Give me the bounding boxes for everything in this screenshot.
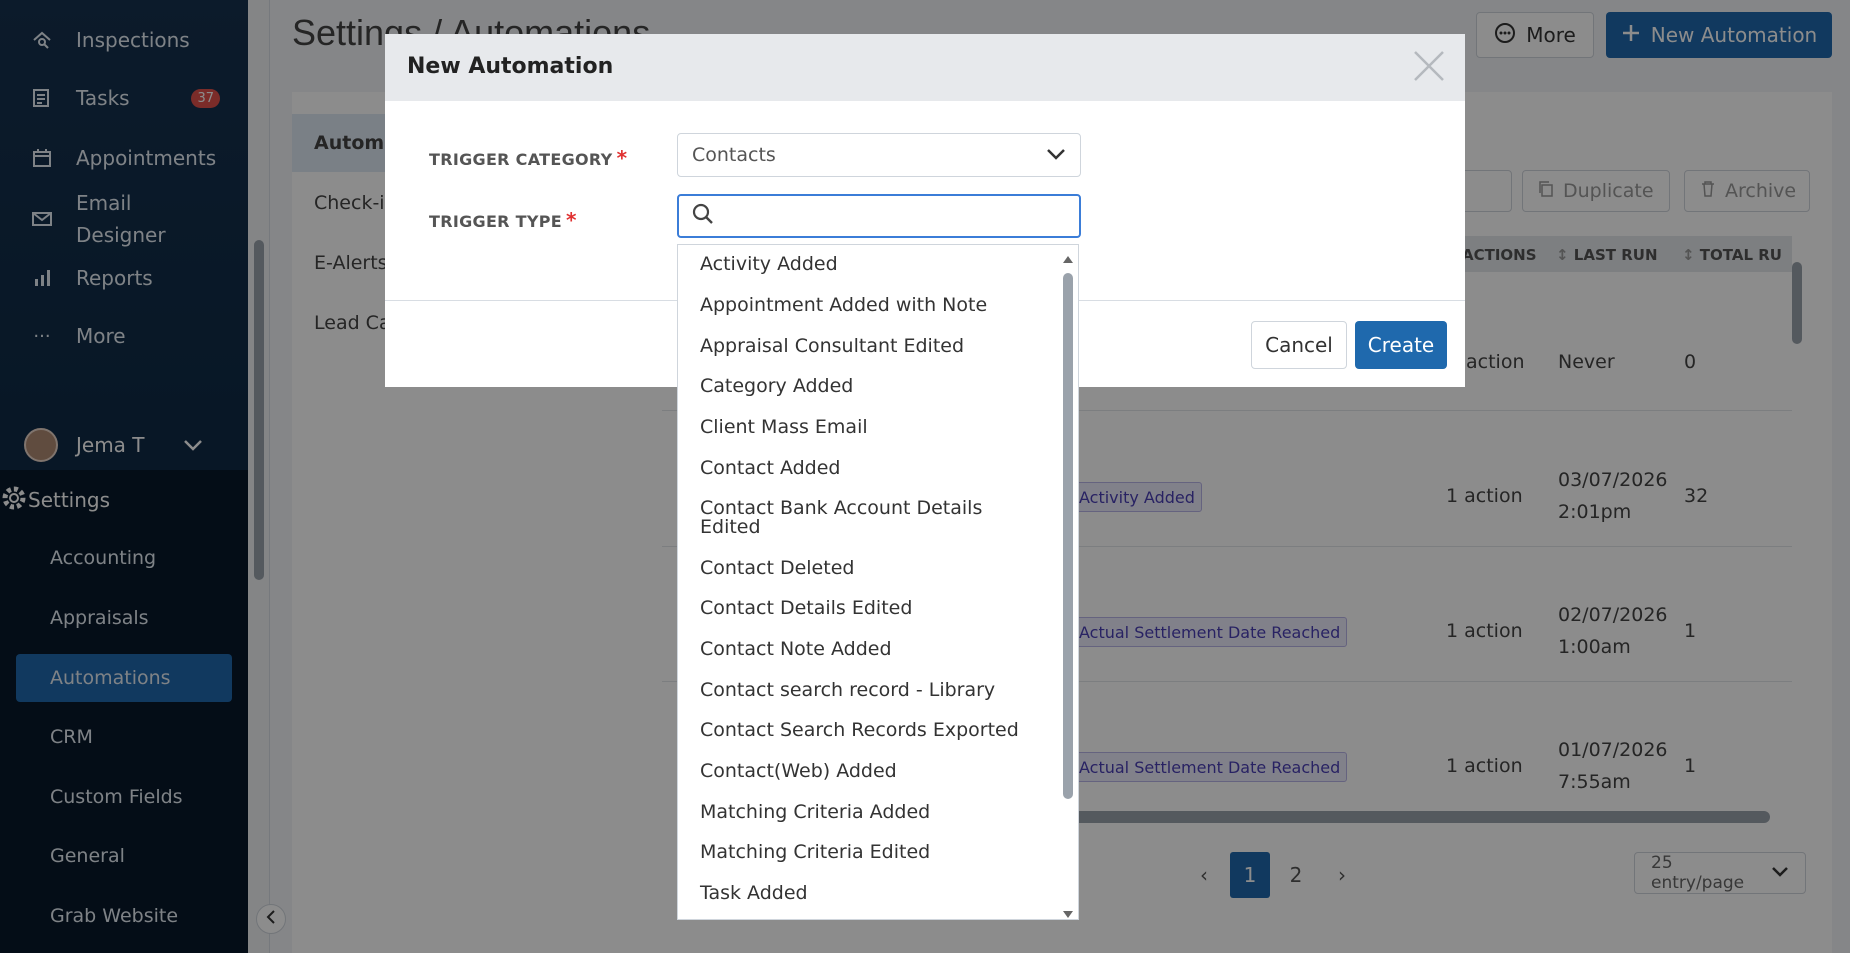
trigger-option[interactable]: Contact Deleted bbox=[700, 559, 1040, 578]
scroll-up-icon[interactable] bbox=[1062, 249, 1074, 268]
trigger-type-dropdown[interactable]: Activity Added Appointment Added with No… bbox=[677, 244, 1079, 920]
search-icon bbox=[691, 202, 715, 230]
trigger-category-select[interactable]: Contacts bbox=[677, 133, 1081, 177]
trigger-option[interactable]: Task Added bbox=[700, 884, 1040, 903]
required-asterisk: * bbox=[566, 208, 577, 232]
trigger-option[interactable]: Contact Added bbox=[700, 459, 1040, 478]
trigger-category-label-text: TRIGGER CATEGORY bbox=[429, 150, 613, 169]
required-asterisk: * bbox=[616, 146, 628, 170]
modal-title: New Automation bbox=[407, 54, 614, 79]
trigger-option[interactable]: Matching Criteria Added bbox=[700, 803, 1040, 822]
dropdown-scrollbar[interactable] bbox=[1058, 245, 1078, 919]
trigger-option[interactable]: Contact Note Added bbox=[700, 640, 1040, 659]
chevron-down-icon bbox=[1046, 144, 1066, 166]
trigger-option[interactable]: Contact(Web) Added bbox=[700, 762, 1040, 781]
close-icon[interactable] bbox=[1409, 46, 1449, 86]
cancel-button[interactable]: Cancel bbox=[1251, 321, 1347, 369]
trigger-category-value: Contacts bbox=[692, 144, 776, 166]
trigger-option[interactable]: Appraisal Consultant Edited bbox=[700, 337, 1040, 356]
trigger-type-search[interactable] bbox=[677, 194, 1081, 238]
create-button[interactable]: Create bbox=[1355, 321, 1447, 369]
trigger-option[interactable]: Activity Added bbox=[700, 255, 1040, 274]
trigger-option[interactable]: Client Mass Email bbox=[700, 418, 1040, 437]
trigger-option[interactable]: Contact Search Records Exported bbox=[700, 721, 1040, 740]
trigger-option[interactable]: Contact search record - Library bbox=[700, 681, 1040, 700]
scrollbar-thumb[interactable] bbox=[1063, 273, 1073, 799]
trigger-option[interactable]: Category Added bbox=[700, 377, 1040, 396]
trigger-option[interactable]: Contact Bank Account Details Edited bbox=[700, 499, 1040, 537]
trigger-type-label: TRIGGER TYPE * bbox=[429, 208, 577, 232]
trigger-type-label-text: TRIGGER TYPE bbox=[429, 212, 563, 231]
scroll-down-icon[interactable] bbox=[1062, 905, 1074, 919]
trigger-option[interactable]: Contact Details Edited bbox=[700, 599, 1040, 618]
trigger-type-search-input[interactable] bbox=[727, 205, 1067, 227]
trigger-option[interactable]: Appointment Added with Note bbox=[700, 296, 1040, 315]
trigger-category-label: TRIGGER CATEGORY * bbox=[429, 146, 627, 170]
trigger-option[interactable]: Matching Criteria Edited bbox=[700, 843, 1040, 862]
